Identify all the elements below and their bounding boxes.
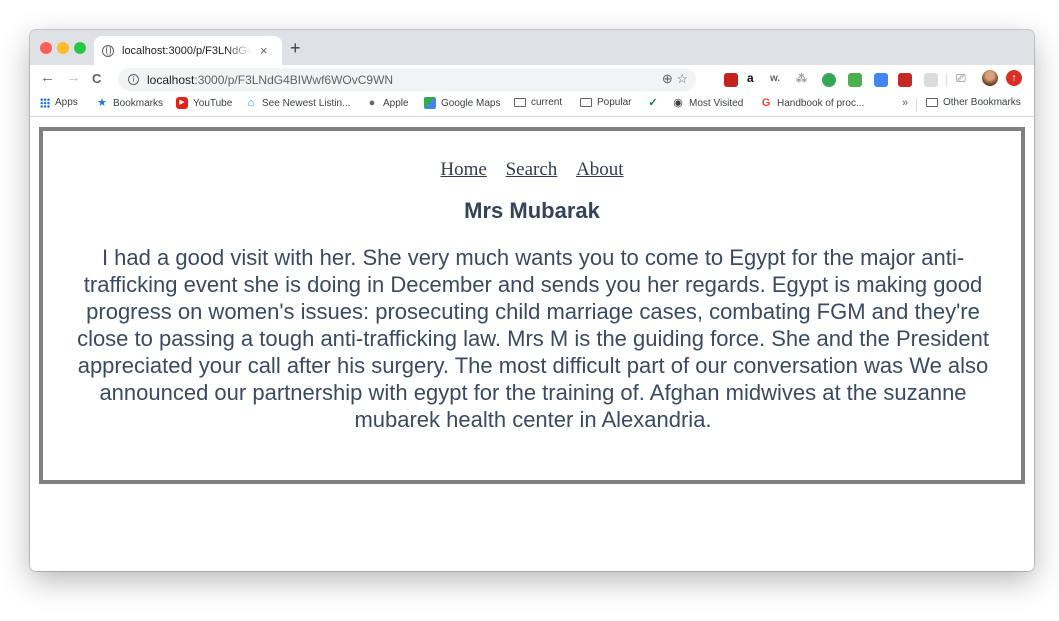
post-title: Mrs Mubarak — [464, 198, 600, 223]
blue-extension-icon[interactable] — [874, 73, 888, 87]
nav-link-about[interactable]: About — [576, 159, 624, 180]
tab-title: localhost:3000/p/F3LNdG4BIWwf6WOvC9WN — [122, 44, 252, 57]
checkmark-icon: ✓ — [648, 97, 658, 109]
tab-strip: localhost:3000/p/F3LNdG4BIWwf6WOvC9WN × … — [30, 30, 1034, 65]
browser-toolbar: ← → C i localhost:3000/p/F3LNdG4BIWwf6WO… — [30, 65, 1034, 93]
folder-icon — [514, 98, 526, 107]
bookmark-most-visited[interactable]: ◉ Most Visited — [672, 97, 743, 109]
nav-link-search[interactable]: Search — [506, 159, 558, 180]
dropbox-extension-icon[interactable]: ⁂ — [796, 72, 807, 85]
bookmark-apple[interactable]: ● Apple — [366, 97, 409, 109]
bookmark-youtube[interactable]: ▶ YouTube — [176, 97, 232, 109]
apps-grid-icon — [40, 97, 50, 108]
address-bar[interactable]: i localhost:3000/p/F3LNdG4BIWwf6WOvC9WN … — [118, 68, 696, 91]
home-icon: ⌂ — [247, 97, 255, 109]
bookmarks-bar: Apps ★ Bookmarks ▶ YouTube ⌂ See Newest … — [30, 93, 1034, 117]
folder-icon — [926, 98, 938, 107]
toolbar-divider — [946, 73, 947, 87]
nav-link-home[interactable]: Home — [440, 159, 486, 180]
post-body: I had a good visit with her. She very mu… — [77, 245, 989, 432]
forward-button[interactable]: → — [66, 69, 81, 86]
more-bookmarks-chevron-icon[interactable]: » — [902, 97, 908, 109]
photo-extension-icon[interactable] — [898, 73, 912, 87]
bookmark-apps[interactable]: Apps — [40, 97, 78, 108]
active-tab[interactable]: localhost:3000/p/F3LNdG4BIWwf6WOvC9WN × — [94, 36, 282, 65]
globe-icon — [102, 44, 114, 57]
amazon-extension-icon[interactable]: a — [747, 71, 754, 85]
info-icon[interactable]: i — [128, 74, 139, 85]
star-icon: ★ — [97, 97, 107, 109]
close-window-button[interactable] — [40, 42, 52, 54]
cast-icon[interactable]: ⎚ — [956, 71, 966, 86]
bookmark-bookmarks[interactable]: ★ Bookmarks — [96, 97, 163, 109]
grey-extension-icon[interactable] — [924, 73, 938, 87]
google-icon: G — [761, 97, 771, 109]
zoom-and-bookmark-star-icons[interactable]: ⊕ ☆ — [662, 71, 688, 87]
w-extension-icon[interactable]: w. — [770, 73, 780, 84]
chat-extension-icon[interactable] — [848, 73, 862, 87]
minimize-window-button[interactable] — [57, 42, 69, 54]
maps-icon — [424, 97, 436, 109]
bookmark-checkmark[interactable]: ✓ — [647, 97, 664, 109]
new-tab-button[interactable]: + — [290, 38, 301, 59]
youtube-icon: ▶ — [176, 97, 188, 109]
bookmark-newest-listings[interactable]: ⌂ See Newest Listin... — [245, 97, 351, 109]
extension-red-icon[interactable] — [724, 73, 738, 87]
bookmark-other-bookmarks[interactable]: Other Bookmarks — [926, 97, 1021, 108]
globe-icon: ◉ — [673, 97, 683, 109]
browser-window: localhost:3000/p/F3LNdG4BIWwf6WOvC9WN × … — [30, 30, 1034, 571]
profile-avatar[interactable] — [982, 70, 998, 86]
bookmark-folder-popular[interactable]: Popular — [580, 97, 631, 108]
reload-button[interactable]: C — [92, 71, 101, 86]
post-container: Home Search About Mrs Mubarak I had a go… — [39, 127, 1025, 484]
bookmarks-divider — [916, 98, 917, 112]
apple-icon: ● — [368, 97, 376, 109]
page-content: Home Search About Mrs Mubarak I had a go… — [30, 117, 1034, 571]
green-extension-icon[interactable] — [822, 73, 836, 87]
bookmark-folder-current[interactable]: current — [514, 97, 562, 108]
site-nav: Home Search About — [43, 159, 1021, 181]
update-icon[interactable]: ↑ — [1006, 70, 1022, 86]
tab-close-icon[interactable]: × — [260, 43, 268, 58]
bookmark-google-maps[interactable]: Google Maps — [424, 97, 500, 109]
back-button[interactable]: ← — [40, 69, 55, 86]
maximize-window-button[interactable] — [74, 42, 86, 54]
folder-icon — [580, 98, 592, 107]
url-text[interactable]: localhost:3000/p/F3LNdG4BIWwf6WOvC9WN — [147, 73, 393, 87]
bookmark-handbook[interactable]: G Handbook of proc... — [760, 97, 865, 109]
